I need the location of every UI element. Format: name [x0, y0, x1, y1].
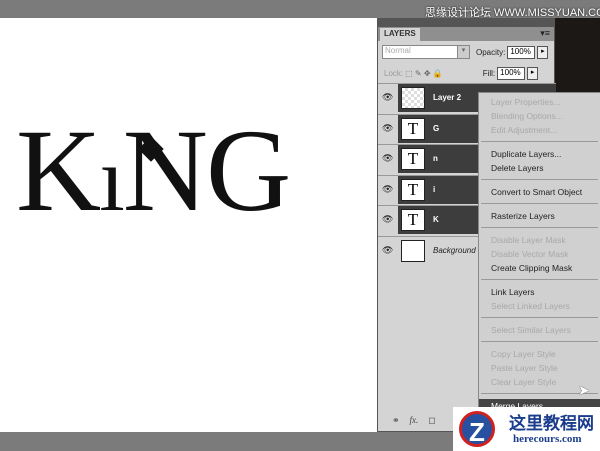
panel-footer: ⚭ fx. ◻ — [392, 415, 436, 426]
site-logo: Z 这里教程网 herecours.com — [453, 407, 600, 451]
logo-mark: Z — [459, 411, 495, 447]
menu-item-layer-properties: Layer Properties... — [491, 97, 561, 107]
eye-icon[interactable]: 👁 — [382, 184, 394, 196]
menu-item-select-similar-layers: Select Similar Layers — [491, 325, 571, 335]
eye-icon[interactable]: 👁 — [382, 92, 394, 104]
eye-icon[interactable]: 👁 — [382, 245, 394, 257]
letter-k: K — [16, 105, 101, 236]
menu-item-duplicate-layers[interactable]: Duplicate Layers... — [479, 147, 600, 161]
layer-thumbnail: T — [401, 209, 425, 231]
menu-separator — [481, 141, 598, 142]
chevron-down-icon: ▾ — [457, 46, 469, 58]
tab-layers[interactable]: LAYERS — [380, 28, 420, 41]
menu-separator — [481, 279, 598, 280]
menu-separator — [481, 203, 598, 204]
blend-mode-value: Normal — [385, 46, 411, 55]
layer-name: G — [433, 123, 440, 133]
layer-name: Background — [433, 245, 476, 255]
layer-name: n — [433, 154, 438, 163]
menu-item-edit-adjustment: Edit Adjustment... — [491, 125, 558, 135]
layer-name: Layer 2 — [433, 93, 462, 102]
menu-item-link-layers[interactable]: Link Layers — [479, 285, 600, 299]
fill-arrow-button[interactable]: ▸ — [527, 66, 539, 80]
logo-en-text: herecours.com — [513, 433, 582, 445]
panel-title-strip[interactable] — [378, 19, 554, 27]
fill-label: Fill: — [482, 68, 496, 78]
eye-icon[interactable]: 👁 — [382, 153, 394, 165]
lock-label: Lock: — [384, 68, 404, 78]
layer-name: K — [433, 215, 439, 224]
menu-item-rasterize-layers[interactable]: Rasterize Layers — [479, 209, 600, 223]
menu-item-blending-options: Blending Options... — [491, 111, 563, 121]
menu-item-select-linked-layers: Select Linked Layers — [491, 301, 570, 311]
logo-cn-text: 这里教程网 — [509, 414, 594, 434]
mask-icon[interactable]: ◻ — [428, 415, 435, 426]
menu-separator — [481, 341, 598, 342]
lock-icons[interactable]: ⬚ ✎ ✥ 🔒 — [405, 69, 443, 78]
menu-item-convert-to-smart-object[interactable]: Convert to Smart Object — [479, 185, 600, 199]
panel-tabs: LAYERS ▾≡ — [378, 27, 554, 41]
layer-thumbnail — [401, 239, 425, 262]
fx-icon[interactable]: fx. — [410, 415, 419, 426]
menu-item-paste-layer-style: Paste Layer Style — [491, 363, 558, 373]
link-icon[interactable]: ⚭ — [392, 415, 400, 426]
opacity-label: Opacity: — [476, 47, 506, 57]
panel-menu-icon[interactable]: ▾≡ — [540, 28, 550, 39]
menu-item-disable-vector-mask: Disable Vector Mask — [491, 249, 569, 259]
menu-separator — [481, 317, 598, 318]
king-text: KıNG — [16, 112, 291, 230]
layer-thumbnail — [401, 87, 425, 109]
menu-separator — [481, 179, 598, 180]
letter-i: ı — [99, 128, 125, 230]
fill-input[interactable]: 100% — [497, 66, 526, 80]
mouse-cursor-icon: ➤ — [578, 382, 590, 398]
layer-context-menu: Layer Properties... Blending Options... Ed… — [478, 92, 600, 432]
menu-item-create-clipping-mask[interactable]: Create Clipping Mask — [479, 261, 600, 275]
opacity-input[interactable]: 100% — [507, 45, 536, 59]
menu-item-disable-layer-mask: Disable Layer Mask — [491, 235, 566, 245]
layer-thumbnail: T — [401, 148, 425, 170]
layer-thumbnail: T — [401, 117, 425, 140]
menu-item-delete-layers[interactable]: Delete Layers — [479, 161, 600, 175]
letters-ng: NG — [122, 105, 291, 236]
eye-icon[interactable]: 👁 — [382, 123, 394, 135]
opacity-arrow-button[interactable]: ▸ — [537, 45, 549, 59]
blend-mode-select[interactable]: Normal ▾ — [382, 45, 470, 59]
menu-separator — [481, 227, 598, 228]
layer-thumbnail: T — [401, 178, 425, 201]
menu-item-copy-layer-style: Copy Layer Style — [491, 349, 556, 359]
layer-name: i — [433, 184, 436, 194]
eye-icon[interactable]: 👁 — [382, 214, 394, 226]
